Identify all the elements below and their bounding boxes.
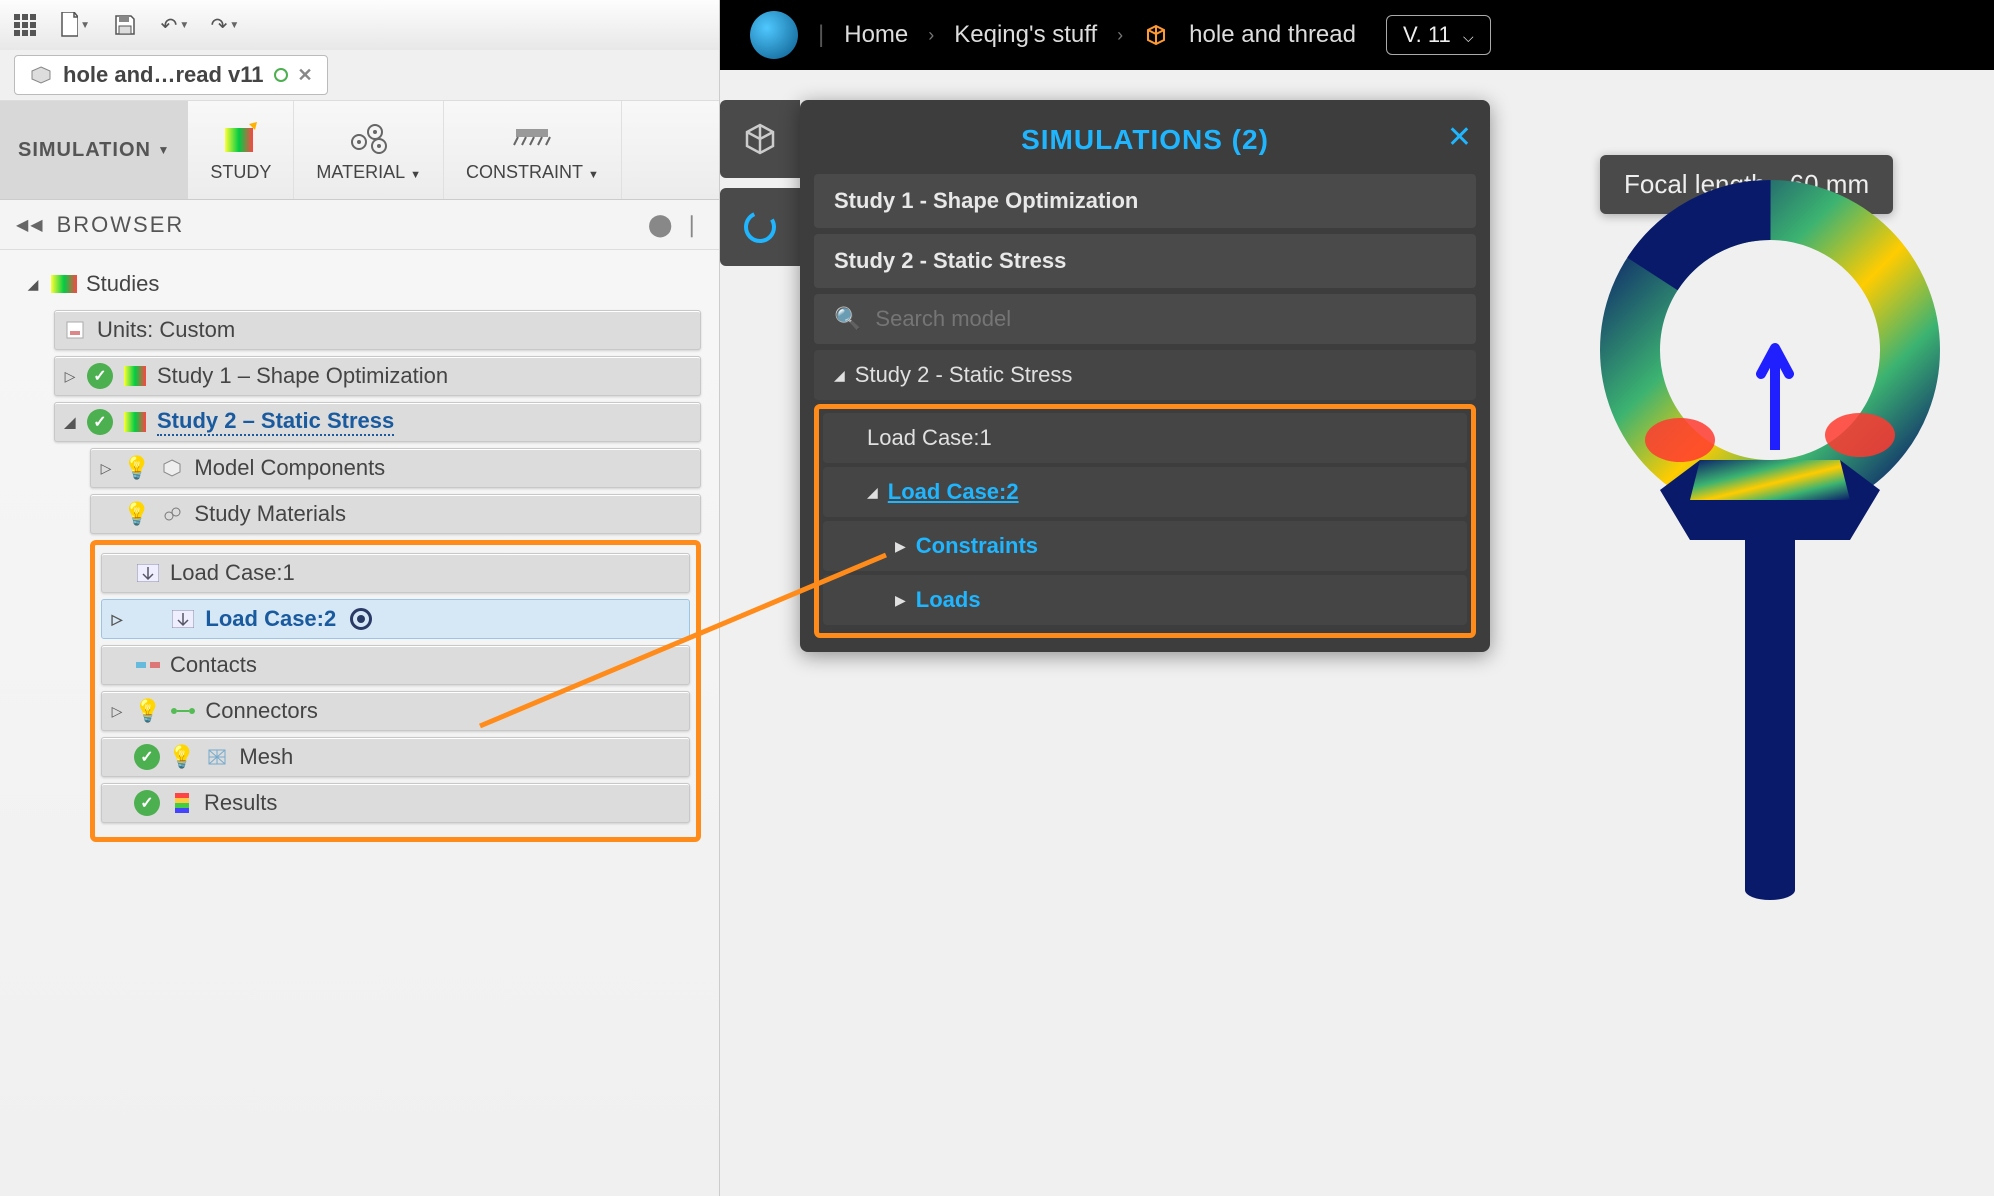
sim-tree-lc2[interactable]: ◢ Load Case:2 [823,467,1467,517]
study-ribbon-button[interactable]: STUDY [188,101,294,199]
tree-study-2[interactable]: ◢ ✓ Study 2 – Static Stress [54,402,701,442]
breadcrumb-doc: hole and thread [1189,21,1356,49]
search-model-input[interactable] [875,306,1456,332]
active-loadcase-radio[interactable] [350,608,372,630]
redo-icon[interactable]: ↷▼ [210,10,240,40]
side-tab-model[interactable] [720,100,800,178]
document-tab-bar: hole and…read v11 ✕ [0,50,719,100]
caret-right-icon[interactable]: ▶ [895,538,906,555]
cube-icon [29,65,53,85]
cube-icon [1143,22,1169,48]
check-icon: ✓ [134,790,160,816]
autodesk-logo-icon[interactable] [750,11,798,59]
version-selector[interactable]: V. 11 ⌵ [1386,15,1491,55]
tree-contacts[interactable]: ▷ Contacts [101,645,690,685]
caret-down-icon[interactable]: ◢ [867,484,878,501]
document-tab[interactable]: hole and…read v11 ✕ [14,55,328,95]
save-icon[interactable] [110,10,140,40]
caret-down-icon[interactable]: ◢ [834,367,845,384]
grid-icon[interactable] [10,10,40,40]
bulb-icon[interactable]: 💡 [123,455,150,481]
tree-units[interactable]: Units: Custom [54,310,701,350]
tree-load-case-2[interactable]: ▷ 💡 Load Case:2 [101,599,690,639]
viewer-side-tabs [720,100,800,266]
model-3d-eyebolt[interactable] [1550,150,1990,930]
side-tab-simulations[interactable] [720,188,800,266]
tree-mesh[interactable]: ▷ ✓ 💡 Mesh [101,737,690,777]
load-case-highlight-box: ▷ Load Case:1 ▷ 💡 Load Case:2 ▷ Contacts… [90,540,701,842]
breadcrumb-folder[interactable]: Keqing's stuff [954,21,1097,49]
tree-studies[interactable]: ◢ Studies [18,264,701,304]
caret-right-icon[interactable]: ▶ [895,592,906,609]
check-icon: ✓ [87,363,113,389]
tree-study-materials[interactable]: ▷ 💡 Study Materials [90,494,701,534]
check-icon: ✓ [134,744,160,770]
collapse-browser-icon[interactable]: ◀◀ [16,215,45,235]
sim-study-1-row[interactable]: Study 1 - Shape Optimization [814,174,1476,228]
load-arrow-icon [1755,340,1795,450]
sim-tree-study2[interactable]: ◢ Study 2 - Static Stress [814,350,1476,400]
browser-label: BROWSER [57,212,185,238]
check-icon: ✓ [87,409,113,435]
chevron-right-icon: › [928,25,934,46]
viewer-canvas-area[interactable]: SIMULATIONS (2) ✕ Study 1 - Shape Optimi… [720,70,1994,1196]
undo-icon[interactable]: ↶▼ [160,10,190,40]
search-icon: 🔍 [834,306,861,332]
simulations-panel: SIMULATIONS (2) ✕ Study 1 - Shape Optimi… [800,100,1490,652]
bulb-icon[interactable]: 💡 [123,501,150,527]
breadcrumb-home[interactable]: Home [844,21,908,49]
tree-load-case-1[interactable]: ▷ Load Case:1 [101,553,690,593]
simulations-panel-title: SIMULATIONS (2) [1021,124,1269,156]
viewer-header: | Home › Keqing's stuff › hole and threa… [720,0,1994,70]
material-ribbon-button[interactable]: MATERIAL ▼ [294,101,444,199]
sim-tree-loads[interactable]: ▶ Loads [823,575,1467,625]
top-toolbar: ▼ ↶▼ ↷▼ [0,0,719,50]
constraint-ribbon-button[interactable]: CONSTRAINT ▼ [444,101,622,199]
sim-loadcase-highlight-box: Load Case:1 ◢ Load Case:2 ▶ Constraints … [814,404,1476,638]
sim-tree-constraints[interactable]: ▶ Constraints [823,521,1467,571]
bulb-icon[interactable]: 💡 [168,744,195,770]
sim-study-2-row[interactable]: Study 2 - Static Stress [814,234,1476,288]
tree-connectors[interactable]: ▷ 💡 Connectors [101,691,690,731]
chevron-right-icon: › [1117,25,1123,46]
tree-study-1[interactable]: ▷ ✓ Study 1 – Shape Optimization [54,356,701,396]
new-file-icon[interactable]: ▼ [60,10,90,40]
close-panel-icon[interactable]: ✕ [1447,120,1472,155]
close-tab-icon[interactable]: ✕ [298,65,313,86]
sim-tree-lc1[interactable]: Load Case:1 [823,413,1467,463]
workspace-selector[interactable]: SIMULATION ▼ [0,101,188,199]
unsaved-indicator [274,68,288,82]
browser-panel-header: ◀◀ BROWSER ⬤ ❘ [0,200,719,250]
viewer-right-panel: | Home › Keqing's stuff › hole and threa… [720,0,1994,1196]
bulb-icon[interactable]: 💡 [134,698,161,724]
ribbon-toolbar: SIMULATION ▼ STUDY MATERIAL ▼ CONSTRAINT… [0,100,719,200]
fusion-left-panel: ▼ ↶▼ ↷▼ hole and…read v11 ✕ SIMULATION ▼… [0,0,720,1196]
tree-results[interactable]: ▷ ✓ Results [101,783,690,823]
browser-tree: ◢ Studies Units: Custom ▷ ✓ Study 1 – Sh… [0,250,719,856]
doc-tab-label: hole and…read v11 [63,62,264,88]
browser-options-icon[interactable]: ⬤ ❘ [648,212,703,238]
tree-model-components[interactable]: ▷ 💡 Model Components [90,448,701,488]
sim-search-row[interactable]: 🔍 [814,294,1476,344]
